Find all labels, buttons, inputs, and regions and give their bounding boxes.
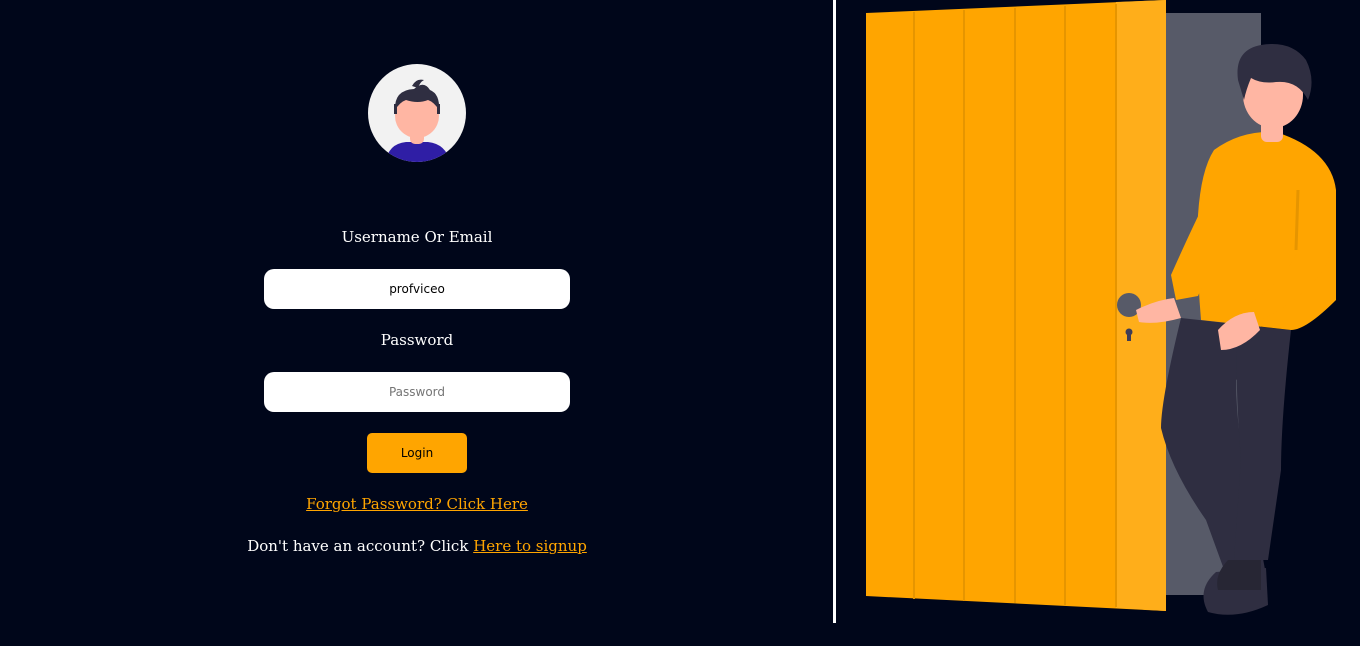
login-button[interactable]: Login	[367, 433, 467, 473]
signup-link[interactable]: Here to signup	[473, 537, 587, 555]
username-label: Username Or Email	[341, 228, 493, 246]
username-input[interactable]	[264, 269, 570, 309]
forgot-password-link[interactable]: Forgot Password? Click Here	[306, 495, 528, 513]
signup-row: Don't have an account? Click Here to sig…	[200, 537, 634, 555]
person-opening-door-illustration	[836, 0, 1360, 646]
login-page: Username Or Email Password Login Forgot …	[0, 0, 1360, 646]
user-avatar-icon	[368, 64, 466, 162]
forgot-password-row: Forgot Password? Click Here	[264, 495, 570, 513]
signup-prompt: Don't have an account? Click	[247, 537, 474, 555]
password-input[interactable]	[264, 372, 570, 412]
password-label: Password	[380, 331, 454, 349]
